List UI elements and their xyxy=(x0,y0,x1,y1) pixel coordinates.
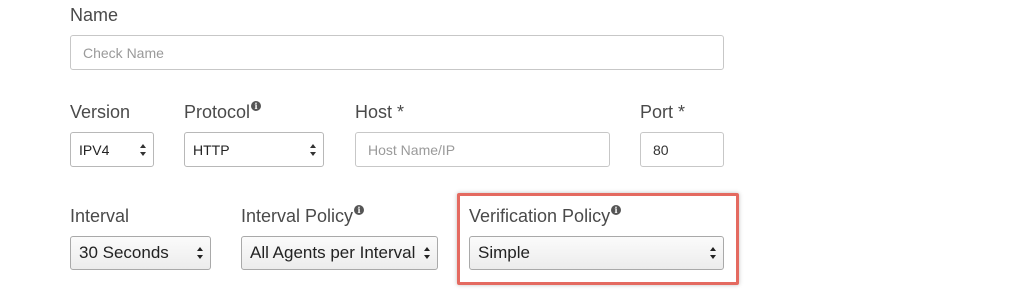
host-placeholder: Host Name/IP xyxy=(368,141,456,158)
check-name-input[interactable]: Check Name xyxy=(70,35,724,70)
select-arrows-icon xyxy=(309,143,317,157)
verification-policy-select[interactable]: Simple xyxy=(469,236,724,270)
select-arrows-icon xyxy=(139,143,147,157)
select-arrows-icon xyxy=(423,246,431,260)
host-input[interactable]: Host Name/IP xyxy=(355,132,610,167)
check-name-placeholder: Check Name xyxy=(83,44,164,61)
version-label: Version xyxy=(70,102,131,122)
version-select[interactable]: IPV4 xyxy=(70,132,154,167)
select-arrows-icon xyxy=(709,246,717,260)
info-icon[interactable]: i xyxy=(251,101,262,111)
port-label: Port * xyxy=(640,102,686,122)
info-icon[interactable]: i xyxy=(611,205,622,215)
version-selected: IPV4 xyxy=(79,141,110,158)
verification-policy-selected: Simple xyxy=(478,243,530,262)
interval-policy-label: Interval Policy i xyxy=(241,205,365,227)
port-value: 80 xyxy=(653,141,669,158)
protocol-selected: HTTP xyxy=(193,141,230,158)
info-icon[interactable]: i xyxy=(354,205,365,215)
interval-selected: 30 Seconds xyxy=(79,243,169,262)
protocol-label: Protocol i xyxy=(184,101,262,123)
verification-policy-label: Verification Policy i xyxy=(469,205,622,227)
host-label: Host * xyxy=(355,102,405,122)
interval-policy-select[interactable]: All Agents per Interval xyxy=(241,236,438,270)
interval-label: Interval xyxy=(70,206,130,226)
select-arrows-icon xyxy=(196,246,204,260)
interval-select[interactable]: 30 Seconds xyxy=(70,236,211,270)
interval-policy-selected: All Agents per Interval xyxy=(250,243,416,262)
name-label: Name xyxy=(70,5,119,25)
port-input[interactable]: 80 xyxy=(640,132,724,167)
protocol-select[interactable]: HTTP xyxy=(184,132,324,167)
